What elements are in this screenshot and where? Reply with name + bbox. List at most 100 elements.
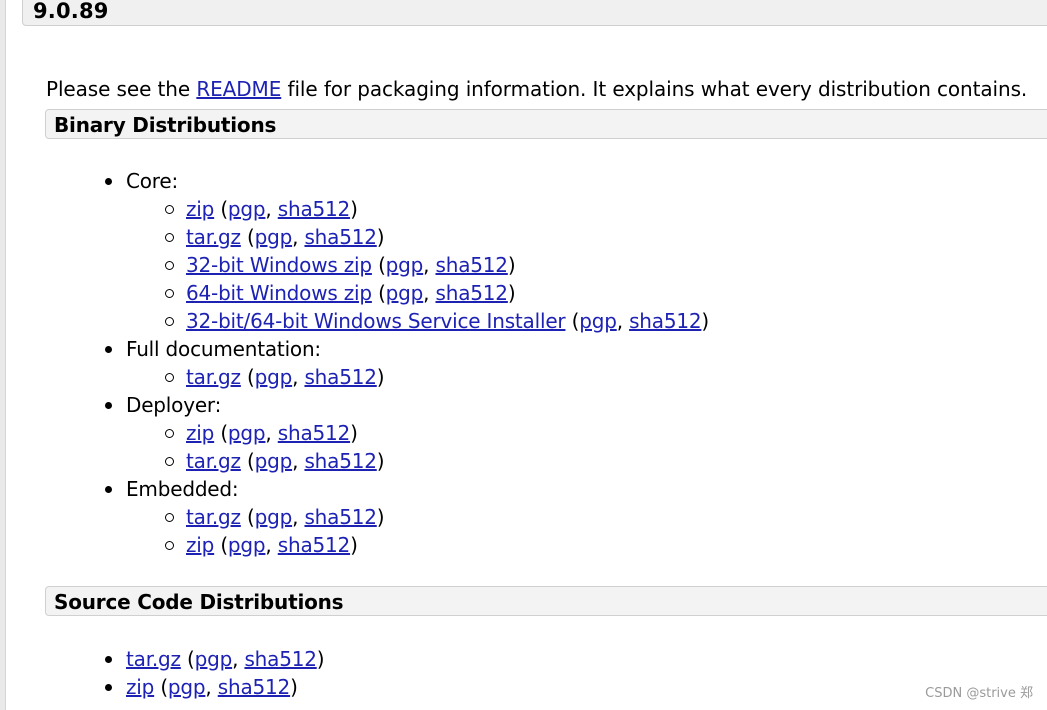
separator: , bbox=[265, 421, 278, 445]
sha512-link[interactable]: sha512 bbox=[278, 533, 351, 557]
category-label: Embedded: bbox=[126, 477, 239, 501]
download-link[interactable]: tar.gz bbox=[186, 225, 241, 249]
paren-open: ( bbox=[371, 253, 386, 277]
download-link[interactable]: zip bbox=[186, 421, 214, 445]
category-core: Core: bbox=[0, 167, 709, 195]
download-link[interactable]: zip bbox=[186, 533, 214, 557]
intro-text-before: Please see the bbox=[46, 77, 197, 101]
source-distributions-title: Source Code Distributions bbox=[54, 590, 344, 614]
download-item: zip (pgp, sha512) bbox=[0, 531, 709, 559]
download-link[interactable]: 32-bit/64-bit Windows Service Installer bbox=[186, 309, 566, 333]
separator: , bbox=[292, 505, 305, 529]
paren-open: ( bbox=[214, 421, 228, 445]
separator: , bbox=[292, 365, 305, 389]
version-title: 9.0.89 bbox=[33, 0, 109, 23]
separator: , bbox=[616, 309, 630, 333]
download-item: zip (pgp, sha512) bbox=[0, 419, 709, 447]
download-item: 64-bit Windows zip (pgp, sha512) bbox=[0, 279, 709, 307]
pgp-link[interactable]: pgp bbox=[255, 225, 293, 249]
download-item: tar.gz (pgp, sha512) bbox=[0, 223, 709, 251]
sha512-link[interactable]: sha512 bbox=[436, 253, 509, 277]
pgp-link[interactable]: pgp bbox=[386, 281, 424, 305]
watermark: CSDN @strive 郑 bbox=[925, 686, 1033, 701]
pgp-link[interactable]: pgp bbox=[168, 675, 206, 699]
paren-close: ) bbox=[701, 309, 709, 333]
pgp-link[interactable]: pgp bbox=[255, 505, 293, 529]
intro-paragraph: Please see the README file for packaging… bbox=[46, 76, 1027, 102]
pgp-link[interactable]: pgp bbox=[579, 309, 617, 333]
separator: , bbox=[292, 449, 305, 473]
separator: , bbox=[232, 647, 245, 671]
paren-open: ( bbox=[565, 309, 580, 333]
sha512-link[interactable]: sha512 bbox=[304, 365, 377, 389]
pgp-link[interactable]: pgp bbox=[228, 197, 266, 221]
source-distributions-list: tar.gz (pgp, sha512) zip (pgp, sha512) bbox=[0, 645, 325, 701]
category-deployer: Deployer: bbox=[0, 391, 709, 419]
sha512-link[interactable]: sha512 bbox=[436, 281, 509, 305]
sha512-link[interactable]: sha512 bbox=[278, 421, 351, 445]
source-download-item: zip (pgp, sha512) bbox=[0, 673, 324, 701]
separator: , bbox=[205, 675, 218, 699]
paren-open: ( bbox=[240, 225, 255, 249]
paren-close: ) bbox=[507, 253, 516, 277]
sha512-link[interactable]: sha512 bbox=[304, 505, 377, 529]
download-item: zip (pgp, sha512) bbox=[0, 195, 709, 223]
paren-close: ) bbox=[376, 365, 385, 389]
paren-open: ( bbox=[214, 533, 228, 557]
paren-open: ( bbox=[154, 675, 168, 699]
separator: , bbox=[423, 281, 436, 305]
paren-close: ) bbox=[316, 647, 325, 671]
separator: , bbox=[265, 533, 278, 557]
pgp-link[interactable]: pgp bbox=[195, 647, 233, 671]
paren-open: ( bbox=[240, 505, 255, 529]
download-link[interactable]: zip bbox=[186, 197, 214, 221]
binary-distributions-title: Binary Distributions bbox=[54, 113, 277, 137]
download-item: 32-bit Windows zip (pgp, sha512) bbox=[0, 251, 709, 279]
category-label: Full documentation: bbox=[126, 337, 321, 361]
paren-open: ( bbox=[180, 647, 195, 671]
category-label: Deployer: bbox=[126, 393, 222, 417]
download-link[interactable]: tar.gz bbox=[126, 647, 181, 671]
sha512-link[interactable]: sha512 bbox=[304, 225, 377, 249]
sha512-link[interactable]: sha512 bbox=[278, 197, 351, 221]
download-item: tar.gz (pgp, sha512) bbox=[0, 447, 709, 475]
category-full-documentation: Full documentation: bbox=[0, 335, 709, 363]
pgp-link[interactable]: pgp bbox=[386, 253, 424, 277]
paren-open: ( bbox=[240, 365, 255, 389]
binary-distributions-list: Core: zip (pgp, sha512) tar.gz (pgp, sha… bbox=[0, 167, 709, 559]
paren-close: ) bbox=[350, 197, 358, 221]
category-label: Core: bbox=[126, 169, 179, 193]
source-distributions-header: Source Code Distributions bbox=[45, 586, 1047, 616]
separator: , bbox=[265, 197, 278, 221]
download-link[interactable]: tar.gz bbox=[186, 449, 241, 473]
source-download-item: tar.gz (pgp, sha512) bbox=[0, 645, 325, 673]
download-item: tar.gz (pgp, sha512) bbox=[0, 503, 709, 531]
download-link[interactable]: 32-bit Windows zip bbox=[186, 253, 372, 277]
version-header: 9.0.89 bbox=[22, 0, 1047, 26]
category-embedded: Embedded: bbox=[0, 475, 709, 503]
download-link[interactable]: 64-bit Windows zip bbox=[186, 281, 372, 305]
separator: , bbox=[292, 225, 305, 249]
paren-close: ) bbox=[507, 281, 516, 305]
pgp-link[interactable]: pgp bbox=[228, 421, 266, 445]
paren-close: ) bbox=[350, 533, 358, 557]
download-link[interactable]: tar.gz bbox=[186, 505, 241, 529]
paren-close: ) bbox=[350, 421, 358, 445]
paren-close: ) bbox=[376, 449, 385, 473]
paren-close: ) bbox=[376, 505, 385, 529]
paren-open: ( bbox=[214, 197, 228, 221]
sha512-link[interactable]: sha512 bbox=[244, 647, 317, 671]
readme-link[interactable]: README bbox=[196, 77, 281, 101]
sha512-link[interactable]: sha512 bbox=[218, 675, 291, 699]
pgp-link[interactable]: pgp bbox=[255, 365, 293, 389]
paren-close: ) bbox=[290, 675, 298, 699]
download-item: 32-bit/64-bit Windows Service Installer … bbox=[0, 307, 709, 335]
sha512-link[interactable]: sha512 bbox=[304, 449, 377, 473]
pgp-link[interactable]: pgp bbox=[255, 449, 293, 473]
pgp-link[interactable]: pgp bbox=[228, 533, 266, 557]
download-link[interactable]: tar.gz bbox=[186, 365, 241, 389]
binary-distributions-header: Binary Distributions bbox=[45, 109, 1047, 139]
intro-text-after: file for packaging information. It expla… bbox=[281, 77, 1028, 101]
sha512-link[interactable]: sha512 bbox=[629, 309, 702, 333]
download-link[interactable]: zip bbox=[126, 675, 154, 699]
